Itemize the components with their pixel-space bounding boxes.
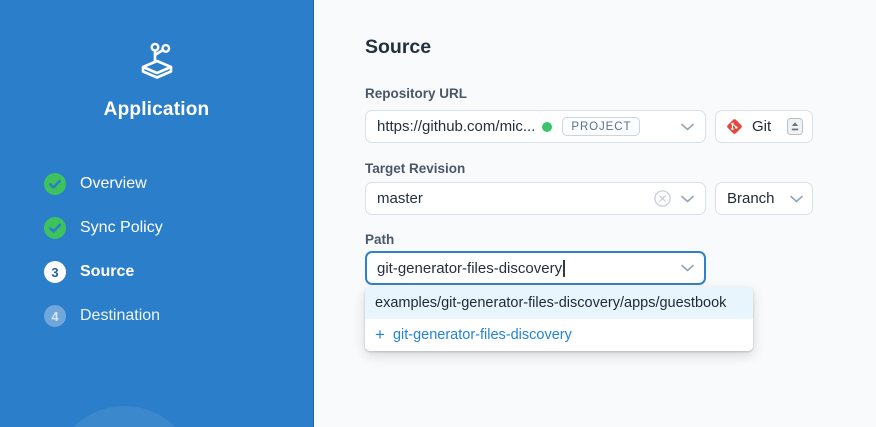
repository-url-row: https://github.com/mic... PROJECT Git xyxy=(365,110,876,143)
chevron-down-icon xyxy=(790,195,803,203)
repo-connected-status-dot xyxy=(542,122,552,132)
step-number-badge: 3 xyxy=(44,261,66,283)
step-label: Sync Policy xyxy=(80,219,163,237)
project-scope-badge: PROJECT xyxy=(562,117,640,136)
step-destination[interactable]: 4 Destination xyxy=(0,294,313,338)
revision-kind-value: Branch xyxy=(727,190,775,207)
select-stepper-icon xyxy=(787,118,803,135)
wizard-sidebar: Application Overview Sync Policy 3 Sourc… xyxy=(0,0,314,427)
path-input[interactable]: git-generator-files-discovery xyxy=(365,251,706,285)
step-overview[interactable]: Overview xyxy=(0,162,313,206)
path-suggestions-dropdown: examples/git-generator-files-discovery/a… xyxy=(365,287,753,351)
step-number-badge: 4 xyxy=(44,305,66,327)
path-create-option[interactable]: + git-generator-files-discovery xyxy=(365,319,753,351)
repository-url-value: https://github.com/mic... xyxy=(377,118,535,135)
target-revision-label: Target Revision xyxy=(365,161,876,177)
sidebar-title: Application xyxy=(0,98,313,122)
wizard-steps: Overview Sync Policy 3 Source 4 Destinat… xyxy=(0,162,313,338)
target-revision-value: master xyxy=(377,190,423,207)
path-suggestion-option[interactable]: examples/git-generator-files-discovery/a… xyxy=(365,287,753,319)
target-revision-input[interactable]: master xyxy=(365,182,706,215)
path-create-label: git-generator-files-discovery xyxy=(393,327,572,343)
repo-type-value: Git xyxy=(752,118,771,135)
repository-url-label: Repository URL xyxy=(365,86,876,102)
step-label: Destination xyxy=(80,307,160,325)
revision-kind-select[interactable]: Branch xyxy=(715,182,813,215)
check-circle-icon xyxy=(44,217,66,239)
clear-input-icon[interactable] xyxy=(654,190,671,207)
chevron-down-icon[interactable] xyxy=(681,264,694,272)
check-circle-icon xyxy=(44,173,66,195)
chevron-down-icon[interactable] xyxy=(681,123,694,131)
path-row: git-generator-files-discovery xyxy=(365,251,876,285)
plus-icon: + xyxy=(375,328,385,342)
path-label: Path xyxy=(365,232,876,248)
step-source[interactable]: 3 Source xyxy=(0,250,313,294)
application-box-branch-icon xyxy=(133,36,181,84)
path-value: git-generator-files-discovery xyxy=(377,260,562,277)
source-step-panel: Source Repository URL https://github.com… xyxy=(315,0,876,427)
step-sync-policy[interactable]: Sync Policy xyxy=(0,206,313,250)
step-label: Overview xyxy=(80,175,147,193)
chevron-down-icon[interactable] xyxy=(681,195,694,203)
repository-url-input[interactable]: https://github.com/mic... PROJECT xyxy=(365,110,706,143)
repo-type-select[interactable]: Git xyxy=(715,110,813,143)
target-revision-row: master Branch xyxy=(365,182,876,215)
git-icon xyxy=(725,117,744,136)
panel-heading: Source xyxy=(365,36,876,59)
decorative-circle xyxy=(52,406,197,427)
text-caret xyxy=(563,260,565,277)
step-label: Source xyxy=(80,263,134,281)
